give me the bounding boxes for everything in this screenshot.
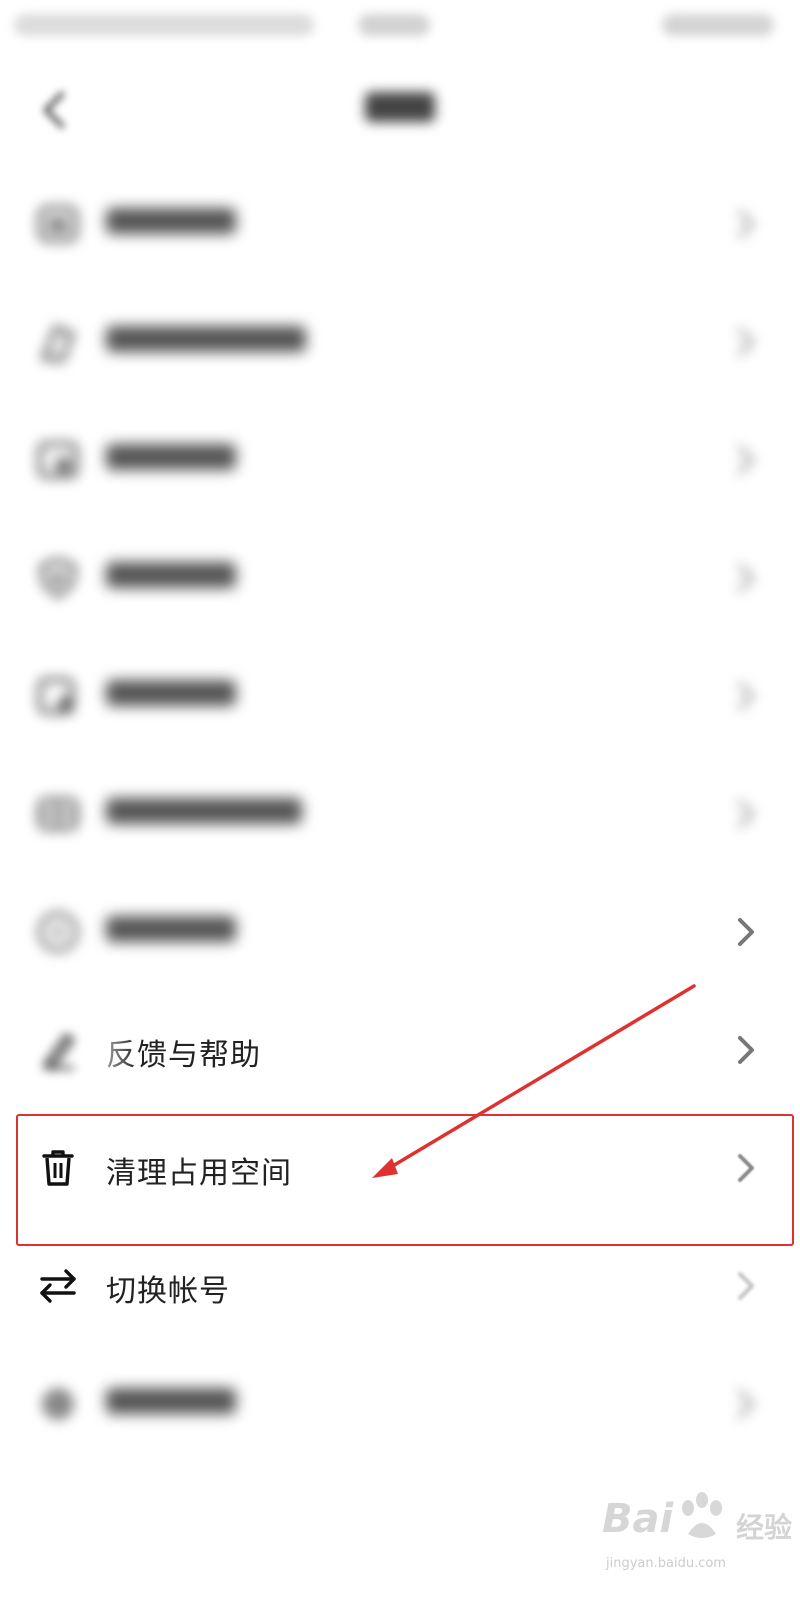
- blurred-label: [106, 798, 302, 824]
- menu-item-1[interactable]: [0, 166, 800, 284]
- chevron-right-icon: [738, 1390, 754, 1418]
- menu-item-11[interactable]: [0, 1346, 800, 1464]
- menu-item-3[interactable]: [0, 402, 800, 520]
- chevron-left-icon: [43, 91, 65, 129]
- swap-arrows-icon: [36, 1264, 80, 1308]
- highlight-box: [16, 1114, 794, 1246]
- logout-icon: [36, 1382, 80, 1426]
- chevron-right-icon: [738, 918, 754, 946]
- menu-item-4[interactable]: [0, 520, 800, 638]
- pen-icon: [36, 1028, 80, 1072]
- status-bar: [0, 0, 800, 56]
- watermark-logo-text: Bai: [602, 1496, 674, 1542]
- battery-indicator: [662, 14, 774, 36]
- chevron-right-icon: [738, 564, 754, 592]
- menu-item-feedback[interactable]: 反馈与帮助: [0, 992, 800, 1110]
- privacy-icon: [36, 556, 80, 600]
- blurred-label: [106, 680, 236, 706]
- chevron-right-icon: [738, 210, 754, 238]
- shield-icon: [36, 320, 80, 364]
- permission-icon: [36, 674, 80, 718]
- blurred-label: [106, 208, 236, 234]
- chevron-right-icon: [738, 1036, 754, 1064]
- chevron-right-icon: [738, 1272, 754, 1300]
- settings-menu: 反馈与帮助 清理占用空间 切换帐号: [0, 166, 800, 1464]
- menu-item-7[interactable]: [0, 874, 800, 992]
- menu-item-5[interactable]: [0, 638, 800, 756]
- chevron-right-icon: [738, 328, 754, 356]
- blurred-label: [106, 326, 306, 352]
- page-title: [350, 92, 450, 130]
- chevron-right-icon: [738, 446, 754, 474]
- watermark-suffix: 经验: [736, 1511, 793, 1544]
- menu-item-2[interactable]: [0, 284, 800, 402]
- headset-icon: [36, 202, 80, 246]
- menu-item-label: 反馈与帮助: [106, 1038, 261, 1073]
- status-time: [358, 14, 430, 36]
- paw-icon: [682, 1492, 722, 1538]
- blurred-label: [106, 916, 236, 942]
- menu-item-6[interactable]: [0, 756, 800, 874]
- blurred-label: [106, 444, 236, 470]
- carrier-info: [14, 14, 314, 36]
- back-button[interactable]: [32, 86, 80, 134]
- chevron-right-icon: [738, 682, 754, 710]
- watermark-url: jingyan.baidu.com: [606, 1556, 726, 1571]
- grid-icon: [36, 792, 80, 836]
- info-icon: [36, 910, 80, 954]
- header: [0, 70, 800, 150]
- lock-icon: [36, 438, 80, 482]
- blurred-label: [106, 1388, 236, 1414]
- blurred-label: [106, 562, 236, 588]
- menu-item-label: 切换帐号: [106, 1274, 230, 1309]
- chevron-right-icon: [738, 800, 754, 828]
- baidu-jingyan-watermark: Bai 经验 jingyan.baidu.com: [602, 1478, 792, 1588]
